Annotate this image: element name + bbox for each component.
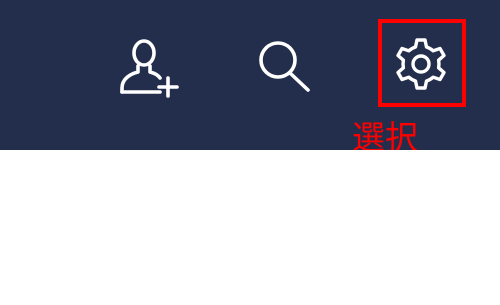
add-friend-icon[interactable] bbox=[116, 36, 186, 98]
content-area bbox=[0, 150, 500, 305]
settings-highlight-box bbox=[378, 19, 466, 107]
search-icon[interactable] bbox=[254, 38, 316, 94]
